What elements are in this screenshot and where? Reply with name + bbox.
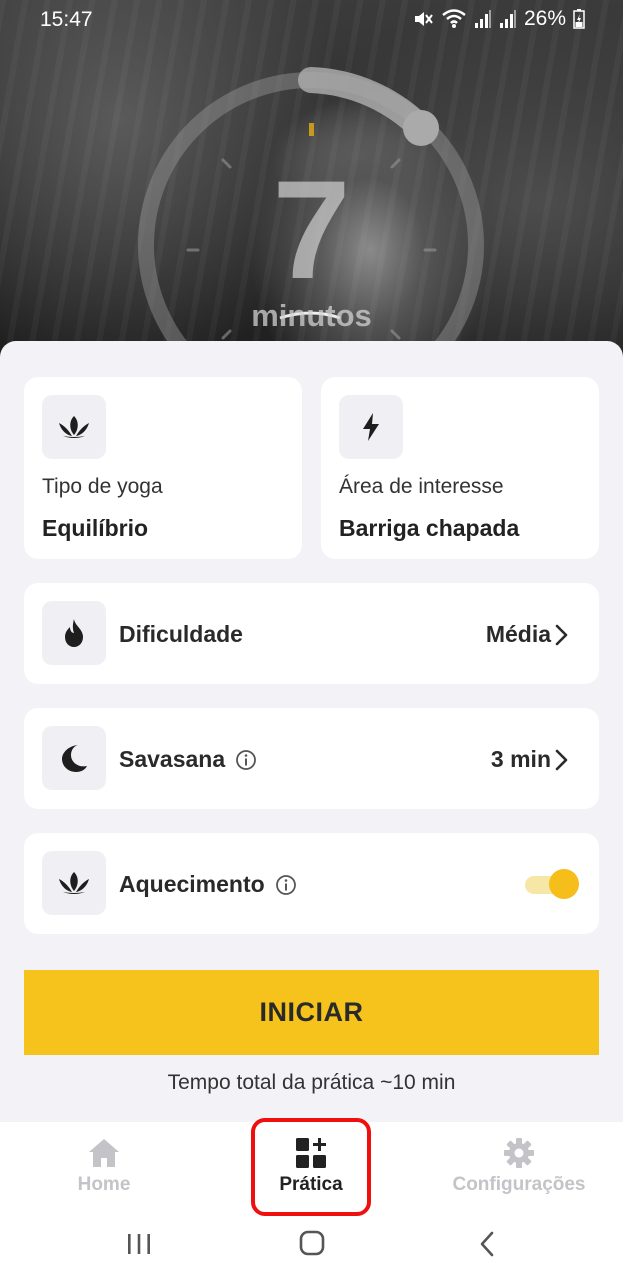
focus-area-label: Área de interesse xyxy=(339,475,504,498)
warmup-toggle[interactable] xyxy=(525,869,579,899)
savasana-label: Savasana xyxy=(119,746,226,772)
savasana-icon-tile xyxy=(42,726,106,790)
yoga-type-card[interactable]: Tipo de yoga Equilíbrio xyxy=(24,377,302,559)
lightning-icon xyxy=(363,413,379,441)
yoga-type-label: Tipo de yoga xyxy=(42,475,163,498)
yoga-type-value: Equilíbrio xyxy=(42,515,149,541)
start-button[interactable]: INICIAR xyxy=(24,970,599,1055)
home-button-icon[interactable] xyxy=(299,1230,325,1256)
toggle-knob xyxy=(549,869,579,899)
difficulty-icon-tile xyxy=(42,601,106,665)
difficulty-label: Dificuldade xyxy=(119,621,243,647)
difficulty-value: Média xyxy=(485,621,551,647)
warmup-row[interactable]: Aquecimento xyxy=(24,833,599,934)
warmup-title: Aquecimento xyxy=(119,871,297,898)
flame-icon xyxy=(65,619,83,647)
info-icon[interactable] xyxy=(275,874,297,896)
nav-label-home: Home xyxy=(77,1174,131,1195)
signal-icon xyxy=(474,10,491,28)
yoga-type-icon-tile xyxy=(42,395,106,459)
focus-area-card[interactable]: Área de interesse Barriga chapada xyxy=(321,377,599,559)
highlight-annotation xyxy=(251,1118,371,1216)
system-navigation-bar xyxy=(0,1218,623,1280)
chevron-right-icon xyxy=(555,624,568,646)
savasana-title: Savasana xyxy=(119,746,257,773)
duration-value: 7 xyxy=(272,151,351,308)
duration-unit: minutos xyxy=(251,298,372,333)
battery-icon xyxy=(573,9,585,29)
recent-apps-icon[interactable] xyxy=(126,1232,152,1256)
mute-icon xyxy=(414,12,433,26)
chevron-right-icon xyxy=(555,749,568,771)
nav-item-settings[interactable]: Configurações xyxy=(440,1122,598,1218)
practice-settings-sheet: Tipo de yoga Equilíbrio Área de interess… xyxy=(0,341,623,1141)
difficulty-row[interactable]: Dificuldade Média xyxy=(24,583,599,684)
lotus-icon xyxy=(59,416,89,438)
lotus-icon xyxy=(59,872,89,894)
nav-label-settings: Configurações xyxy=(452,1174,586,1195)
home-icon xyxy=(89,1139,119,1167)
moon-icon xyxy=(62,745,87,772)
nav-item-home[interactable]: Home xyxy=(50,1122,158,1218)
warmup-label: Aquecimento xyxy=(119,871,265,897)
battery-percentage: 26% xyxy=(523,7,566,30)
warmup-icon-tile xyxy=(42,851,106,915)
hero-background: 7 minutos 15:47 26% xyxy=(0,0,623,372)
dial-handle xyxy=(403,110,439,146)
status-time: 15:47 xyxy=(40,8,93,31)
savasana-value: 3 min xyxy=(490,746,551,772)
signal-icon xyxy=(499,10,516,28)
wifi-icon xyxy=(442,9,466,28)
status-icons: 26% xyxy=(412,7,585,31)
total-practice-time: Tempo total da prática ~10 min xyxy=(167,1071,456,1094)
focus-area-value: Barriga chapada xyxy=(339,515,520,541)
dial-progress-arc xyxy=(298,67,434,141)
back-icon[interactable] xyxy=(478,1231,496,1257)
info-icon[interactable] xyxy=(235,749,257,771)
gear-icon xyxy=(504,1138,534,1168)
status-bar: 15:47 26% xyxy=(0,0,623,40)
savasana-row[interactable]: Savasana 3 min xyxy=(24,708,599,809)
focus-area-icon-tile xyxy=(339,395,403,459)
